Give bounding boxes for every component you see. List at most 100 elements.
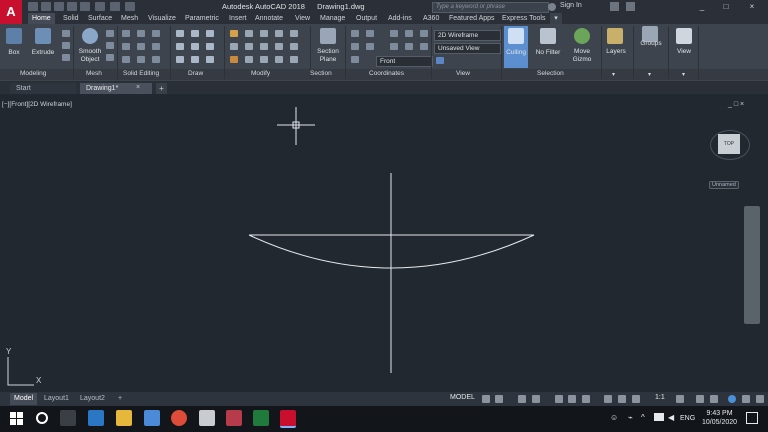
rectangle-icon[interactable] — [191, 43, 199, 50]
trim-icon[interactable] — [260, 30, 268, 37]
ucs-icon[interactable] — [351, 30, 359, 37]
drawing-canvas[interactable] — [0, 95, 768, 391]
tab-featured-apps[interactable]: Featured Apps — [449, 13, 495, 24]
mesh-tool-icon[interactable] — [106, 42, 114, 49]
polyline-icon[interactable] — [176, 30, 184, 37]
tab-home[interactable]: Home — [28, 13, 55, 24]
clean-screen-icon[interactable] — [742, 395, 750, 403]
print-icon[interactable] — [80, 2, 90, 11]
lineweight-icon[interactable] — [604, 395, 612, 403]
customization-icon[interactable] — [756, 395, 764, 403]
chrome-browser-icon[interactable] — [171, 410, 187, 426]
tab-add-ins[interactable]: Add-ins — [388, 13, 412, 24]
tab-visualize[interactable]: Visualize — [148, 13, 176, 24]
plus-icon[interactable] — [696, 395, 704, 403]
fillet-icon[interactable] — [260, 43, 268, 50]
annotation-scale-dropdown[interactable]: 1:1 — [655, 394, 665, 401]
new-file-icon[interactable] — [28, 2, 38, 11]
ortho-icon[interactable] — [518, 395, 526, 403]
add-layout-button[interactable]: + — [114, 393, 126, 405]
mesh-tool-icon[interactable] — [106, 30, 114, 37]
search-icon[interactable] — [36, 412, 48, 424]
excel-icon[interactable] — [253, 410, 269, 426]
no-filter-button[interactable]: No Filter — [532, 49, 564, 56]
section-plane-button[interactable]: Section Plane — [312, 48, 344, 64]
show-hidden-icons[interactable]: ^ — [641, 413, 645, 422]
solid-edit-icon[interactable] — [152, 56, 160, 63]
battery-icon[interactable] — [654, 413, 664, 421]
spline-icon[interactable] — [206, 56, 214, 63]
undo-icon[interactable] — [95, 2, 105, 11]
polygon-icon[interactable] — [176, 56, 184, 63]
auto-scale-icon[interactable] — [632, 395, 640, 403]
language-indicator[interactable]: ENG — [680, 415, 695, 422]
copy-icon[interactable] — [230, 43, 238, 50]
move-gizmo-button[interactable]: Move Gizmo — [568, 48, 596, 64]
windows-start-icon[interactable] — [10, 412, 24, 426]
viewcube[interactable]: TOP — [718, 134, 740, 154]
navigation-bar[interactable] — [744, 206, 760, 324]
app-icon[interactable] — [226, 410, 242, 426]
visual-style-dropdown[interactable]: 2D Wireframe — [434, 30, 501, 41]
stretch-icon[interactable] — [230, 56, 238, 63]
autocad-taskbar-icon[interactable] — [280, 410, 296, 428]
hardware-acceleration-icon[interactable] — [728, 395, 736, 403]
hatch-icon[interactable] — [191, 56, 199, 63]
smooth-object-button[interactable]: Smooth Object — [77, 48, 103, 64]
modify-tool-icon[interactable] — [290, 56, 298, 63]
wcs-menu[interactable]: Unnamed — [709, 181, 739, 189]
task-view-icon[interactable] — [60, 410, 76, 426]
subtract-icon[interactable] — [122, 43, 130, 50]
panel-title-modify[interactable]: Modify — [251, 70, 270, 77]
tab-solid[interactable]: Solid — [63, 13, 79, 24]
people-icon[interactable]: ☺ — [610, 413, 618, 422]
object-snap-icon[interactable] — [582, 395, 590, 403]
ucs-icon[interactable] — [405, 43, 413, 50]
move-icon[interactable] — [230, 30, 238, 37]
file-explorer-icon[interactable] — [116, 410, 132, 426]
close-button[interactable]: × — [740, 0, 764, 13]
ucs-icon[interactable] — [351, 56, 359, 63]
section-plane-icon[interactable] — [320, 28, 336, 44]
tab-output[interactable]: Output — [356, 13, 377, 24]
viewport-controls-label[interactable]: [−][Front][2D Wireframe] — [2, 101, 72, 108]
view-expand-icon[interactable]: ▾ — [682, 71, 685, 78]
clock[interactable]: 9:43 PM 10/05/2020 — [702, 409, 737, 427]
box-icon[interactable] — [6, 28, 22, 44]
solid-edit-icon[interactable] — [152, 30, 160, 37]
tab-mesh[interactable]: Mesh — [121, 13, 138, 24]
help-icon[interactable] — [626, 2, 635, 11]
modify-tool-icon[interactable] — [275, 43, 283, 50]
tab-manage[interactable]: Manage — [320, 13, 345, 24]
modify-tool-icon[interactable] — [290, 43, 298, 50]
ucs-icon[interactable] — [420, 43, 428, 50]
intersect-icon[interactable] — [122, 56, 130, 63]
ribbon-minimize-icon[interactable]: ▾ — [550, 13, 562, 24]
extrude-button[interactable]: Extrude — [28, 49, 58, 56]
exchange-apps-icon[interactable] — [610, 2, 619, 11]
extrude-icon[interactable] — [35, 28, 51, 44]
tab-view[interactable]: View — [295, 13, 310, 24]
view-manager-icon[interactable] — [436, 57, 444, 64]
app-menu-button[interactable]: A — [0, 0, 22, 24]
tab-surface[interactable]: Surface — [88, 13, 112, 24]
modeling-tool-icon[interactable] — [62, 30, 70, 37]
model-space-button[interactable]: MODEL — [450, 394, 475, 401]
tab-a360[interactable]: A360 — [423, 13, 439, 24]
mirror-icon[interactable] — [245, 43, 253, 50]
save-as-icon[interactable] — [67, 2, 77, 11]
save-icon[interactable] — [54, 2, 64, 11]
start-tab[interactable]: Start — [10, 83, 76, 94]
modify-tool-icon[interactable] — [290, 30, 298, 37]
smooth-object-icon[interactable] — [82, 28, 98, 44]
layers-button[interactable]: Layers — [602, 48, 630, 55]
modify-tool-icon[interactable] — [275, 56, 283, 63]
modeling-tool-icon[interactable] — [62, 54, 70, 61]
ucs-icon[interactable] — [366, 43, 374, 50]
modeling-tool-icon[interactable] — [62, 42, 70, 49]
panel-title-section[interactable]: Section — [310, 70, 332, 77]
ucs-icon[interactable] — [351, 43, 359, 50]
panel-title-draw[interactable]: Draw — [188, 70, 203, 77]
maximize-button[interactable]: □ — [714, 0, 738, 13]
tab-insert[interactable]: Insert — [229, 13, 247, 24]
